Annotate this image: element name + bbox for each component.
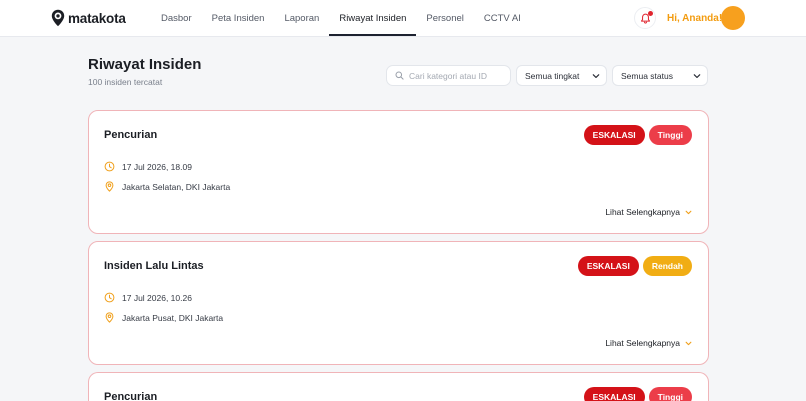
severity-badge: Tinggi <box>648 387 692 401</box>
search-input[interactable] <box>409 70 504 81</box>
avatar[interactable] <box>721 6 745 30</box>
notification-dot <box>648 11 653 16</box>
status-badge: ESKALASI <box>583 387 645 401</box>
nav-item-dasbor[interactable]: Dasbor <box>151 0 202 37</box>
incident-location: Jakarta Selatan, DKI Jakarta <box>104 181 230 192</box>
incident-card[interactable]: Pencurian ESKALASI Tinggi <box>88 372 709 401</box>
location-pin-icon <box>105 181 114 192</box>
notification-button[interactable] <box>634 7 656 29</box>
see-more-label: Lihat Selengkapnya <box>605 338 680 348</box>
page-title: Riwayat Insiden <box>88 56 202 73</box>
incident-badges: ESKALASI Tinggi <box>583 387 692 401</box>
status-filter-select[interactable]: Semua status <box>612 65 708 86</box>
nav-item-personel[interactable]: Personel <box>416 0 474 37</box>
incident-location: Jakarta Pusat, DKI Jakarta <box>104 312 223 323</box>
chevron-down-icon <box>592 74 600 78</box>
severity-badge: Tinggi <box>648 125 692 145</box>
chevron-down-icon <box>685 210 692 214</box>
incident-badges: ESKALASI Tinggi <box>583 125 692 145</box>
incident-card[interactable]: Pencurian ESKALASI Tinggi 17 Jul 2026, 1… <box>88 110 709 234</box>
severity-badge: Rendah <box>642 256 692 276</box>
incident-count: 100 insiden tercatat <box>88 77 163 87</box>
user-greeting: Hi, Ananda! <box>667 13 723 24</box>
nav-item-cctv-ai[interactable]: CCTV AI <box>474 0 531 37</box>
search-box[interactable] <box>386 65 511 86</box>
nav-item-laporan[interactable]: Laporan <box>274 0 329 37</box>
severity-filter-value: Semua tingkat <box>525 70 580 81</box>
incident-location-text: Jakarta Selatan, DKI Jakarta <box>122 181 231 192</box>
incident-card[interactable]: Insiden Lalu Lintas ESKALASI Rendah 17 J… <box>88 241 709 365</box>
status-filter-value: Semua status <box>621 70 673 81</box>
incident-time: 17 Jul 2026, 10.26 <box>104 292 192 303</box>
app-name: matakota <box>68 10 126 26</box>
incident-title: Insiden Lalu Lintas <box>104 260 204 272</box>
incident-title: Pencurian <box>104 391 158 401</box>
nav-item-riwayat-insiden[interactable]: Riwayat Insiden <box>329 0 417 37</box>
chevron-down-icon <box>685 341 692 345</box>
main-nav: Dasbor Peta Insiden Laporan Riwayat Insi… <box>151 0 531 37</box>
incident-time: 17 Jul 2026, 18.09 <box>104 161 192 172</box>
clock-icon <box>104 292 115 303</box>
severity-filter-select[interactable]: Semua tingkat <box>516 65 607 86</box>
incident-title: Pencurian <box>104 129 158 141</box>
incident-badges: ESKALASI Rendah <box>577 256 692 276</box>
see-more-link[interactable]: Lihat Selengkapnya <box>605 207 692 217</box>
search-icon <box>395 71 404 80</box>
see-more-label: Lihat Selengkapnya <box>605 207 680 217</box>
location-pin-icon <box>105 312 114 323</box>
incident-location-text: Jakarta Pusat, DKI Jakarta <box>122 312 224 323</box>
clock-icon <box>104 161 115 172</box>
incident-time-text: 17 Jul 2026, 10.26 <box>122 292 192 303</box>
nav-item-peta-insiden[interactable]: Peta Insiden <box>202 0 275 37</box>
see-more-link[interactable]: Lihat Selengkapnya <box>605 338 692 348</box>
top-navbar: matakota Dasbor Peta Insiden Laporan Riw… <box>0 0 806 37</box>
status-badge: ESKALASI <box>583 125 645 145</box>
chevron-down-icon <box>693 74 701 78</box>
app-logo[interactable]: matakota <box>51 8 126 28</box>
incident-time-text: 17 Jul 2026, 18.09 <box>122 161 192 172</box>
location-pin-logo-icon <box>51 9 65 27</box>
status-badge: ESKALASI <box>577 256 639 276</box>
